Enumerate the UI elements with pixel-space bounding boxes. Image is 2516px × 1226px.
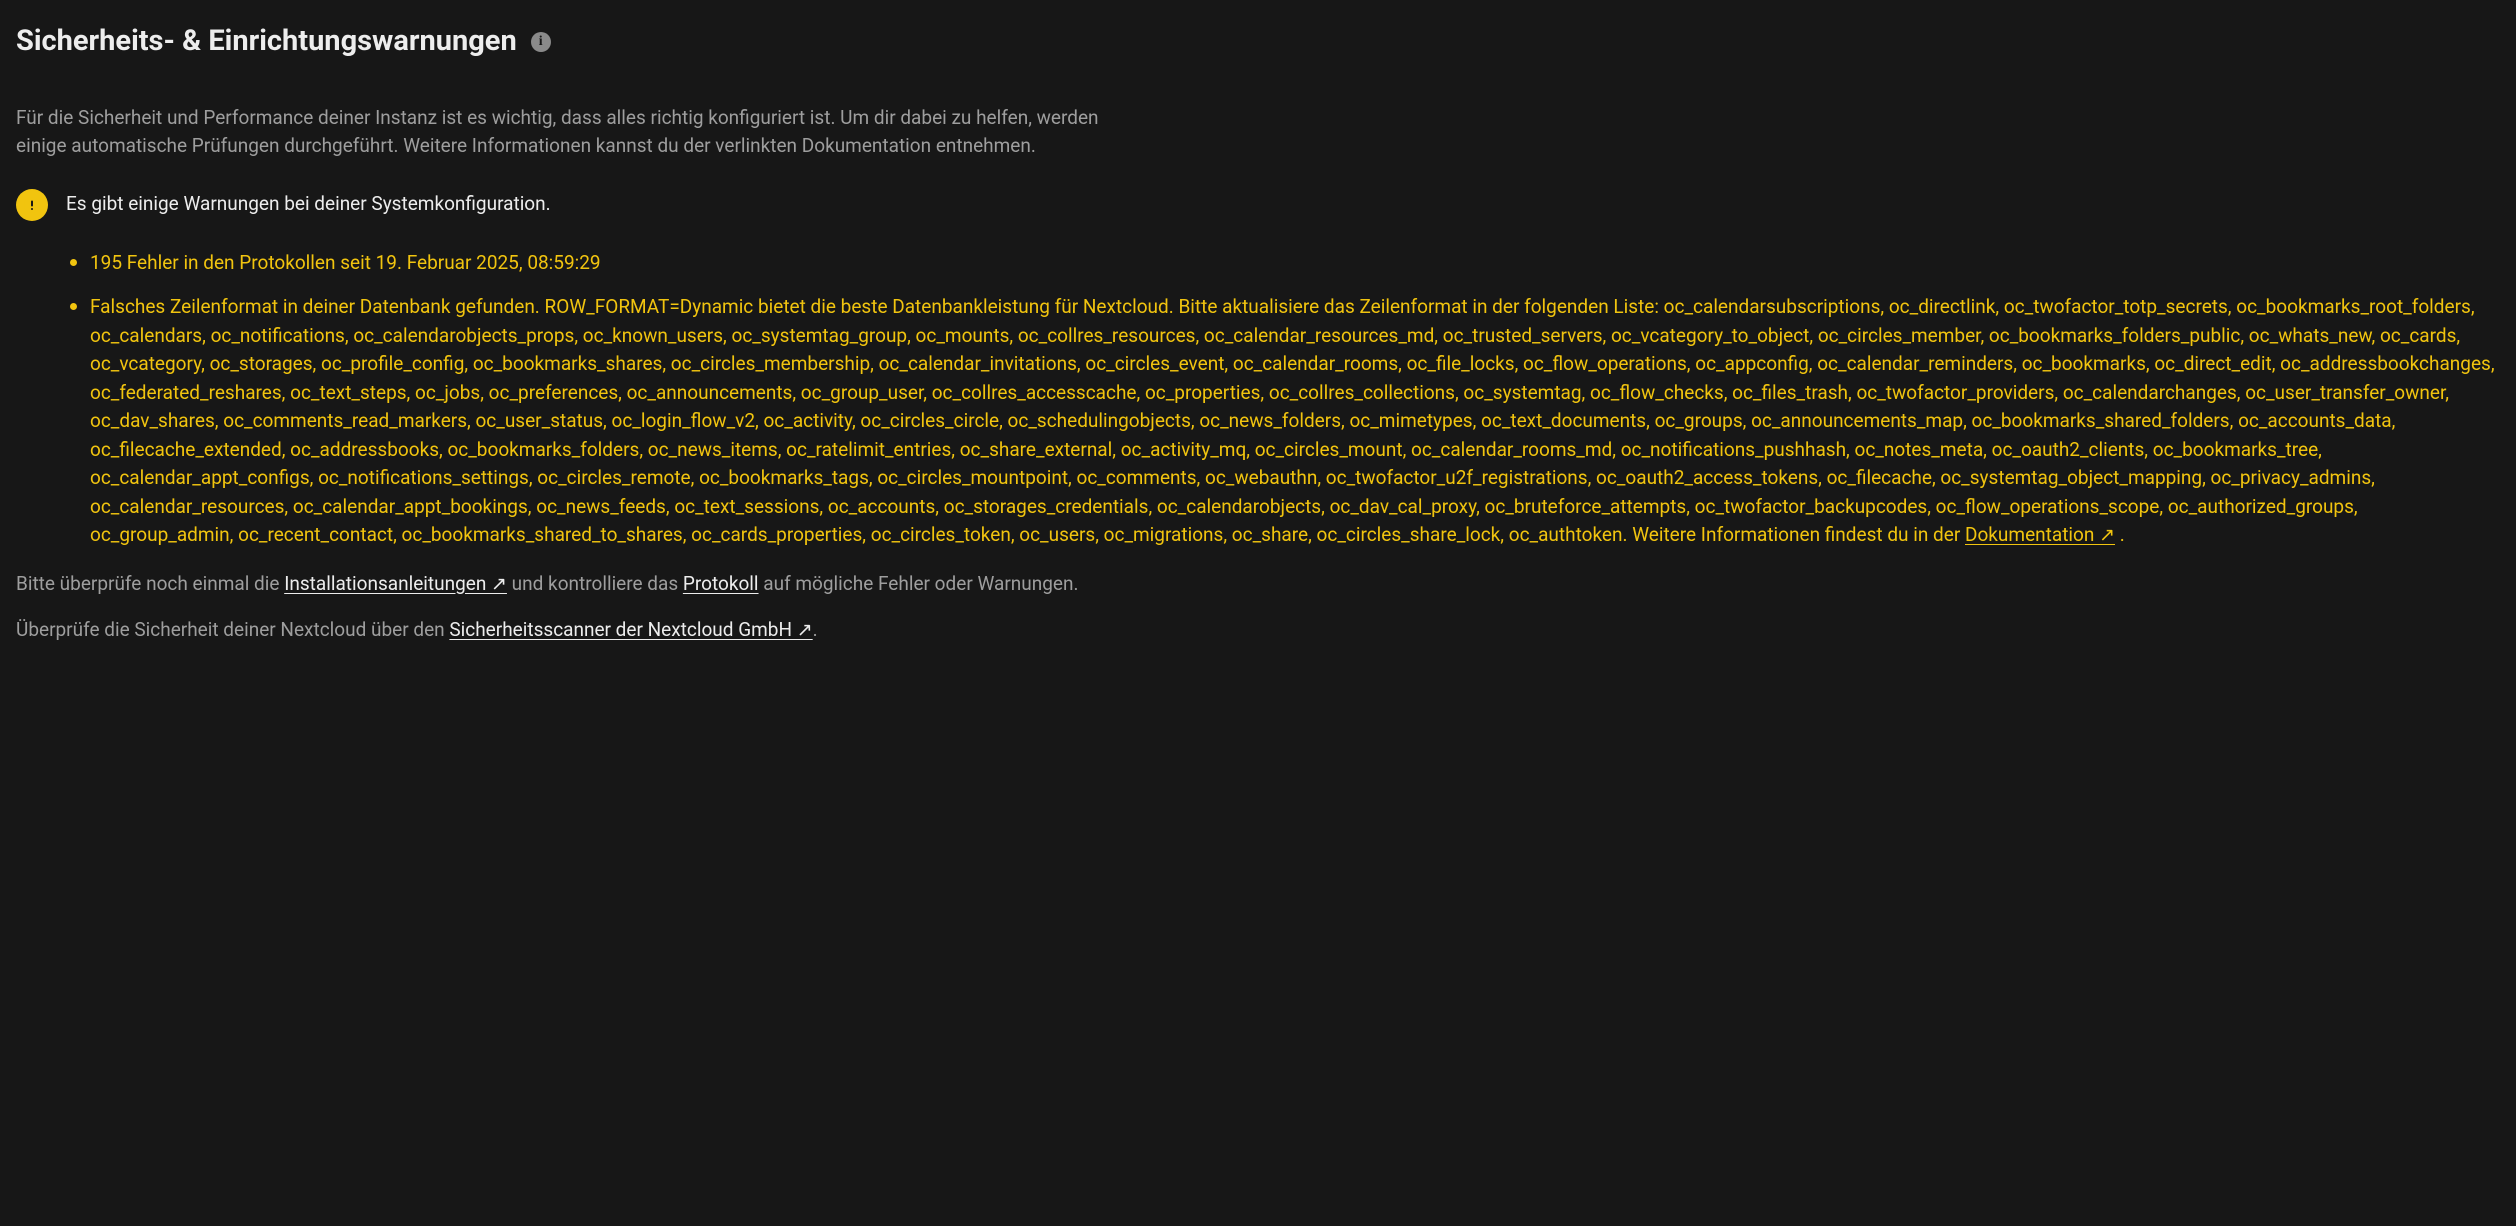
warning-item: Falsches Zeilenformat in deiner Datenban… [70, 293, 2500, 550]
footer-security-scanner: Überprüfe die Sicherheit deiner Nextclou… [16, 616, 2500, 645]
page-title: Sicherheits- & Einrichtungswarnungen [16, 20, 517, 64]
footer-text: Überprüfe die Sicherheit deiner Nextclou… [16, 618, 449, 641]
security-scanner-link[interactable]: Sicherheitsscanner der Nextcloud GmbH ↗ [449, 618, 812, 641]
documentation-link[interactable]: Dokumentation ↗ [1965, 523, 2115, 546]
warning-item-text: Falsches Zeilenformat in deiner Datenban… [90, 295, 2495, 546]
warning-icon [16, 189, 48, 221]
info-icon[interactable]: i [531, 32, 551, 52]
warning-item-text: 195 Fehler in den Protokollen seit 19. F… [90, 251, 601, 274]
intro-text: Für die Sicherheit und Performance deine… [16, 104, 1146, 161]
warning-summary-text: Es gibt einige Warnungen bei deiner Syst… [66, 190, 551, 219]
warning-item-text-trailer: . [2115, 523, 2125, 546]
footer-check-installation: Bitte überprüfe noch einmal die Installa… [16, 570, 2500, 599]
warning-item: 195 Fehler in den Protokollen seit 19. F… [70, 249, 2500, 278]
page-heading-row: Sicherheits- & Einrichtungswarnungen i [16, 20, 2500, 64]
footer-text: . [813, 618, 818, 641]
warning-list: 195 Fehler in den Protokollen seit 19. F… [16, 249, 2500, 550]
footer-text: auf mögliche Fehler oder Warnungen. [759, 572, 1079, 595]
protocol-link[interactable]: Protokoll [683, 572, 759, 595]
installation-guide-link[interactable]: Installationsanleitungen ↗ [284, 572, 507, 595]
footer-text: und kontrolliere das [507, 572, 683, 595]
footer-text: Bitte überprüfe noch einmal die [16, 572, 284, 595]
warning-summary-row: Es gibt einige Warnungen bei deiner Syst… [16, 189, 2500, 221]
